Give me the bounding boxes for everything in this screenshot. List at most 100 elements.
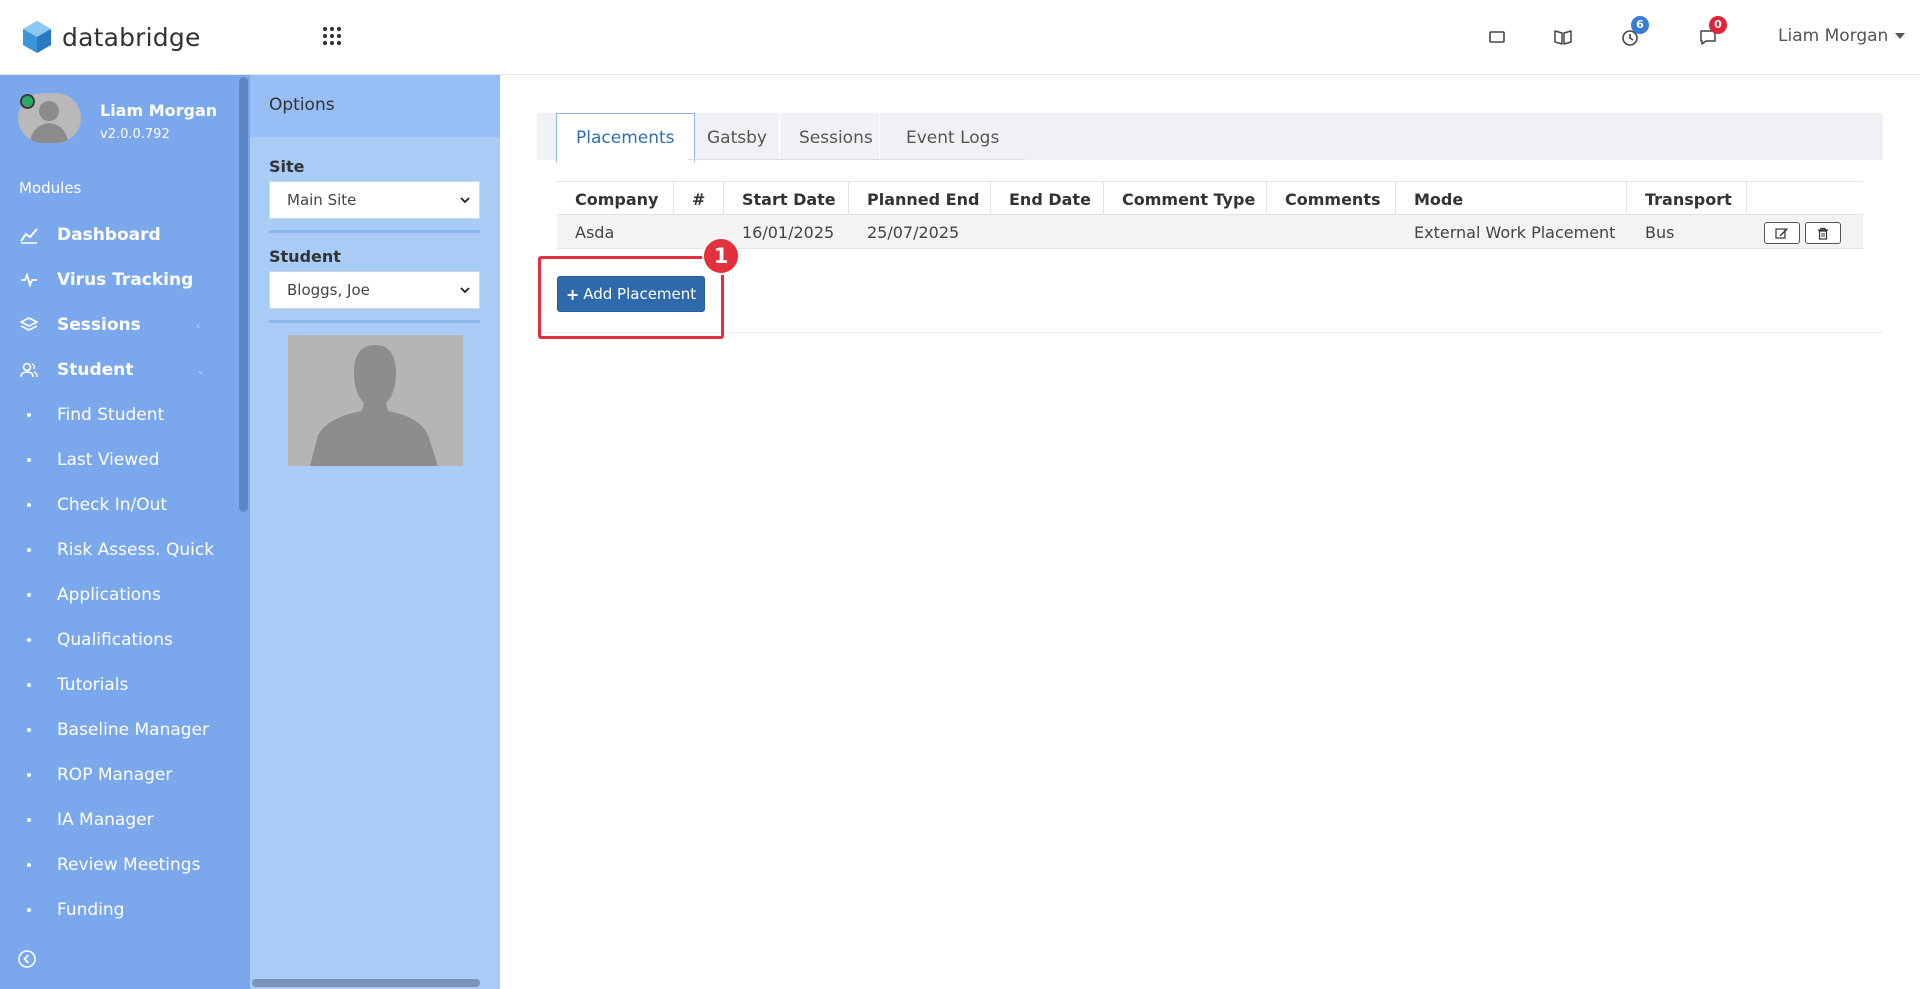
sidebar-item-sessions[interactable]: Sessions ‹ [0,305,240,345]
sidebar-item-find-student[interactable]: Find Student [0,395,240,435]
site-select-value: Main Site [287,191,357,209]
chat-icon[interactable]: 0 [1697,16,1727,48]
databridge-logo-icon [23,21,51,53]
online-status-icon [20,94,35,109]
annotation-highlight [538,256,724,339]
sidebar-item-last-viewed[interactable]: Last Viewed [0,440,240,480]
sidebar-item-label: Funding [57,900,125,920]
sidebar-item-applications[interactable]: Applications [0,575,240,615]
sidebar-item-ia-manager[interactable]: IA Manager [0,800,240,840]
caret-down-icon [1895,33,1906,39]
top-header: databridge 6 0 Liam Morgan [0,0,1920,75]
bullet-icon [27,908,31,912]
column-header[interactable]: Comments [1267,182,1396,216]
tab-bar: Placements Gatsby Sessions Event Logs [537,113,1883,162]
column-header[interactable]: # [674,182,724,216]
sidebar-item-label: Sessions [57,315,141,335]
sidebar-item-rop-manager[interactable]: ROP Manager [0,755,240,795]
bullet-icon [27,728,31,732]
sidebar-scrollbar[interactable] [239,77,248,512]
sidebar-item-qualifications[interactable]: Qualifications [0,620,240,660]
sidebar-item-label: Qualifications [57,630,173,650]
options-header: Options [250,75,500,137]
tab-divider [779,113,780,160]
column-header[interactable]: Comment Type [1104,182,1267,216]
user-menu[interactable]: Liam Morgan [1778,26,1906,46]
sidebar-item-risk-assess-quick[interactable]: Risk Assess. Quick [0,530,240,570]
sidebar-item-student[interactable]: Student ⌄ [0,350,240,390]
student-select[interactable]: Bloggs, Joe [269,271,480,309]
layers-icon [20,317,38,331]
bullet-icon [27,863,31,867]
user-menu-name: Liam Morgan [1778,26,1889,46]
student-label: Student [269,247,341,266]
column-header[interactable]: End Date [991,182,1104,216]
bullet-icon [27,638,31,642]
apps-grid-icon[interactable] [322,26,342,46]
sidebar-item-check-in-out[interactable]: Check In/Out [0,485,240,525]
chevron-left-icon: ‹ [196,318,201,332]
column-header[interactable]: Company [557,182,674,216]
sidebar-item-review-meetings[interactable]: Review Meetings [0,845,240,885]
main-content: Placements Gatsby Sessions Event Logs Co… [500,75,1920,989]
cell-transport: Bus [1645,222,1675,242]
sidebar-item-dashboard[interactable]: Dashboard [0,215,240,255]
tab-gatsby[interactable]: Gatsby [688,113,786,162]
sidebar-item-virus-tracking[interactable]: Virus Tracking [0,260,240,300]
delete-button[interactable] [1805,222,1841,244]
sidebar-item-tutorials[interactable]: Tutorials [0,665,240,705]
sidebar-item-label: Applications [57,585,161,605]
table-row[interactable]: Asda 16/01/2025 25/07/2025 External Work… [557,215,1863,249]
column-header[interactable]: Mode [1396,182,1627,216]
site-select[interactable]: Main Site [269,181,480,219]
sidebar-item-baseline-manager[interactable]: Baseline Manager [0,710,240,750]
sidebar-item-label: Virus Tracking [57,270,194,290]
sidebar-item-funding[interactable]: Funding [0,890,240,930]
cell-start-date: 16/01/2025 [742,222,835,242]
sidebar-item-label: Risk Assess. Quick [57,540,215,560]
book-icon[interactable] [1552,26,1574,48]
sidebar-item-label: Last Viewed [57,450,160,470]
bullet-icon [27,548,31,552]
column-header[interactable]: Transport [1627,182,1747,216]
timer-icon[interactable]: 6 [1619,16,1649,48]
tab-event-logs[interactable]: Event Logs [887,113,1018,162]
annotation-step-badge: 1 [702,237,740,275]
student-select-value: Bloggs, Joe [287,281,370,299]
collapse-sidebar-icon[interactable] [17,949,37,969]
tab-placements[interactable]: Placements [556,113,695,162]
content-divider [537,332,1883,333]
divider [269,320,480,323]
heartbeat-icon [21,272,37,288]
chevron-down-icon [460,197,470,204]
screen-icon[interactable] [1486,26,1508,48]
site-label: Site [269,157,305,176]
users-icon [20,362,38,378]
cell-mode: External Work Placement [1414,222,1616,242]
bullet-icon [27,503,31,507]
profile-name: Liam Morgan [100,101,218,120]
bullet-icon [27,593,31,597]
tab-sessions[interactable]: Sessions [780,113,892,162]
bullet-icon [27,818,31,822]
brand-name: databridge [62,22,201,52]
column-header[interactable]: Planned End [849,182,991,216]
cell-end-date [991,215,1104,249]
sidebar-item-label: IA Manager [57,810,154,830]
bullet-icon [27,773,31,777]
chart-line-icon [20,228,38,244]
edit-button[interactable] [1764,222,1800,244]
brand[interactable]: databridge [22,20,201,54]
student-photo [288,335,463,466]
options-panel: Options Site Main Site Student Bloggs, J… [250,75,500,989]
edit-icon [1775,228,1788,239]
tab-underline [688,159,1025,160]
cell-planned-end: 25/07/2025 [867,222,960,242]
bullet-icon [27,458,31,462]
sidebar-item-label: Baseline Manager [57,720,209,740]
sidebar-item-label: Check In/Out [57,495,168,515]
sidebar-item-label: ROP Manager [57,765,173,785]
column-header-actions [1747,182,1863,216]
column-header[interactable]: Start Date [724,182,849,216]
options-scrollbar[interactable] [252,979,480,987]
